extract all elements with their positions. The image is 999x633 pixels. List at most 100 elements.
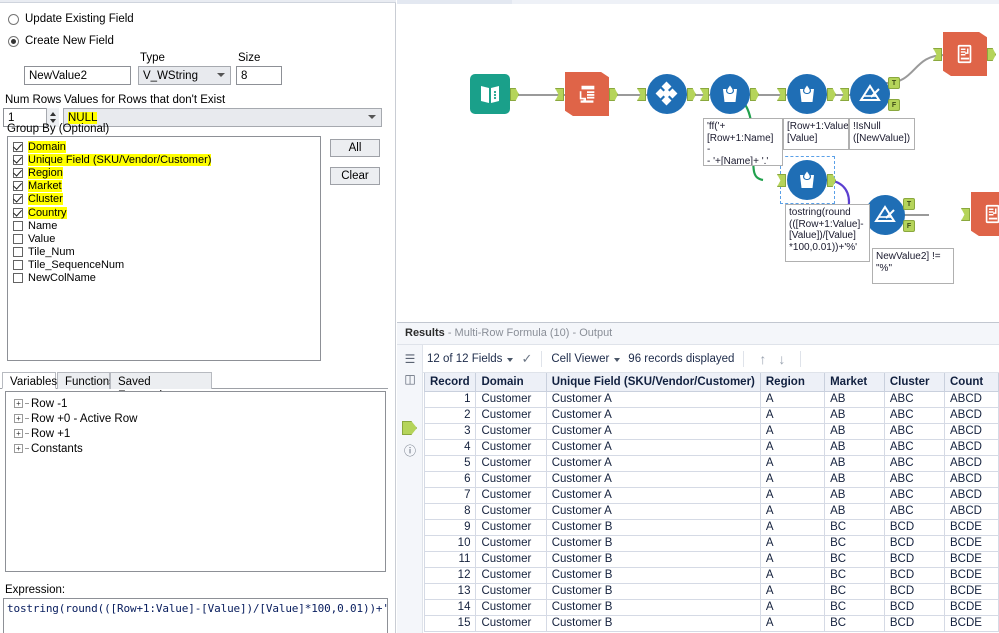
table-cell[interactable]: BCDE xyxy=(943,582,999,600)
mrf3-input-port[interactable] xyxy=(777,174,786,187)
output-anchor-icon[interactable] xyxy=(402,421,417,435)
expression-editor[interactable]: tostring(round(([Row+1:Value]-[Value])/[… xyxy=(3,598,388,633)
group-by-item[interactable]: Value xyxy=(8,232,320,245)
checkbox-icon[interactable] xyxy=(13,154,23,165)
table-cell[interactable]: BCDE xyxy=(943,614,999,632)
table-row[interactable]: 6 Customer Customer A A AB ABC ABCD xyxy=(424,470,999,488)
workflow-canvas[interactable]: T F T F 'ff('+ [Row+1:Name] - - '+[Name]… xyxy=(397,0,999,322)
checkbox-icon[interactable] xyxy=(13,141,23,152)
group-by-item[interactable]: Market xyxy=(8,180,320,193)
table-cell[interactable]: Customer A xyxy=(545,454,761,472)
group-by-item[interactable]: Tile_Num xyxy=(8,246,320,259)
filter1-false-port[interactable]: F xyxy=(888,99,900,111)
radio-icon-create[interactable] xyxy=(8,35,19,47)
output1-passthrough-port[interactable] xyxy=(987,48,996,61)
record-number-cell[interactable]: 10 xyxy=(424,534,477,552)
table-row[interactable]: 5 Customer Customer A A AB ABC ABCD xyxy=(424,454,999,472)
table-cell[interactable]: ABCD xyxy=(943,486,999,504)
table-cell[interactable]: ABC xyxy=(883,502,945,520)
table-cell[interactable]: AB xyxy=(824,406,885,424)
group-by-item[interactable]: NewColName xyxy=(8,272,320,285)
table-cell[interactable]: ABC xyxy=(883,486,945,504)
table-cell[interactable]: Customer xyxy=(475,582,547,600)
table-cell[interactable]: Customer xyxy=(475,422,547,440)
checkbox-icon[interactable] xyxy=(13,194,23,205)
table-cell[interactable]: Customer A xyxy=(545,486,761,504)
table-row[interactable]: 11 Customer Customer B A BC BCD BCDE xyxy=(424,550,999,568)
output2-input-port[interactable] xyxy=(961,208,970,221)
table-cell[interactable]: BCD xyxy=(883,550,945,568)
list-view-icon[interactable]: ☰ xyxy=(402,351,418,367)
filter1-true-port[interactable]: T xyxy=(888,77,900,89)
field-type-select[interactable]: V_WString xyxy=(138,66,231,85)
record-number-cell[interactable]: 6 xyxy=(424,470,477,488)
fields-selector[interactable]: 12 of 12 Fields xyxy=(427,353,514,365)
record-number-cell[interactable]: 12 xyxy=(424,566,477,584)
table-cell[interactable]: A xyxy=(759,598,826,616)
table-cell[interactable]: ABCD xyxy=(943,470,999,488)
multi-row-formula-tool-2[interactable] xyxy=(777,74,836,114)
table-cell[interactable]: Customer xyxy=(475,486,547,504)
clear-selection-button[interactable]: Clear xyxy=(330,167,380,185)
table-row[interactable]: 13 Customer Customer B A BC BCD BCDE xyxy=(424,582,999,600)
checkbox-icon[interactable] xyxy=(13,260,23,271)
table-row[interactable]: 4 Customer Customer A A AB ABC ABCD xyxy=(424,438,999,456)
checkbox-icon[interactable] xyxy=(13,247,23,258)
table-cell[interactable]: ABC xyxy=(883,454,945,472)
transpose-output-port[interactable] xyxy=(609,88,618,101)
table-cell[interactable]: Customer A xyxy=(545,438,761,456)
record-number-cell[interactable]: 4 xyxy=(424,438,477,456)
input-data-tool[interactable] xyxy=(470,74,519,114)
table-cell[interactable]: A xyxy=(759,582,826,600)
table-cell[interactable]: BCDE xyxy=(943,534,999,552)
field-size-input[interactable]: 8 xyxy=(236,66,282,85)
table-cell[interactable]: BCD xyxy=(883,534,945,552)
tab-variables[interactable]: Variables xyxy=(2,372,57,389)
filter-tool-2[interactable]: T F xyxy=(855,195,915,235)
table-cell[interactable]: BCD xyxy=(883,614,945,632)
table-row[interactable]: 10 Customer Customer B A BC BCD BCDE xyxy=(424,534,999,552)
table-row[interactable]: 3 Customer Customer A A AB ABC ABCD xyxy=(424,422,999,440)
table-row[interactable]: 14 Customer Customer B A BC BCD BCDE xyxy=(424,598,999,616)
table-row[interactable]: 8 Customer Customer A A AB ABC ABCD xyxy=(424,502,999,520)
table-cell[interactable]: ABC xyxy=(883,422,945,440)
help-icon[interactable]: ⓘ xyxy=(402,443,418,459)
table-cell[interactable]: ABC xyxy=(883,390,945,408)
record-number-cell[interactable]: 13 xyxy=(424,582,477,600)
column-header[interactable]: Domain xyxy=(475,373,547,392)
table-cell[interactable]: A xyxy=(759,550,826,568)
table-cell[interactable]: A xyxy=(759,406,826,424)
multi-row-formula-tool-3[interactable] xyxy=(777,160,836,200)
table-cell[interactable]: BCD xyxy=(883,566,945,584)
table-cell[interactable]: BC xyxy=(824,518,885,536)
group-by-item[interactable]: Country xyxy=(8,206,320,219)
table-cell[interactable]: A xyxy=(759,470,826,488)
table-row[interactable]: 15 Customer Customer B A BC BCD BCDE xyxy=(424,614,999,632)
table-cell[interactable]: A xyxy=(759,534,826,552)
table-cell[interactable]: A xyxy=(759,518,826,536)
record-number-cell[interactable]: 14 xyxy=(424,598,477,616)
column-header[interactable]: Count xyxy=(943,373,999,392)
table-cell[interactable]: Customer xyxy=(475,534,547,552)
filter2-false-port[interactable]: F xyxy=(903,220,915,232)
column-header[interactable]: Market xyxy=(824,373,885,392)
group-by-item[interactable]: Name xyxy=(8,219,320,232)
table-cell[interactable]: BC xyxy=(824,614,885,632)
table-cell[interactable]: Customer B xyxy=(545,550,761,568)
table-cell[interactable]: ABCD xyxy=(943,454,999,472)
checkbox-icon[interactable] xyxy=(13,233,23,244)
table-cell[interactable]: AB xyxy=(824,390,885,408)
table-cell[interactable]: Customer A xyxy=(545,406,761,424)
record-number-cell[interactable]: 8 xyxy=(424,502,477,520)
checkbox-icon[interactable] xyxy=(13,207,23,218)
column-header[interactable]: Record xyxy=(424,373,477,392)
values-missing-select[interactable]: NULL xyxy=(63,108,382,127)
tab-saved-expressions[interactable]: Saved Expressions xyxy=(110,372,212,402)
variables-tree-node[interactable]: + Row +1 xyxy=(6,426,385,441)
column-header[interactable]: Cluster xyxy=(883,373,945,392)
radio-icon-update[interactable] xyxy=(8,13,19,25)
variables-tree-node[interactable]: + Row -1 xyxy=(6,396,385,411)
variables-tree-node[interactable]: + Constants xyxy=(6,441,385,456)
table-cell[interactable]: AB xyxy=(824,422,885,440)
table-cell[interactable]: BCDE xyxy=(943,566,999,584)
